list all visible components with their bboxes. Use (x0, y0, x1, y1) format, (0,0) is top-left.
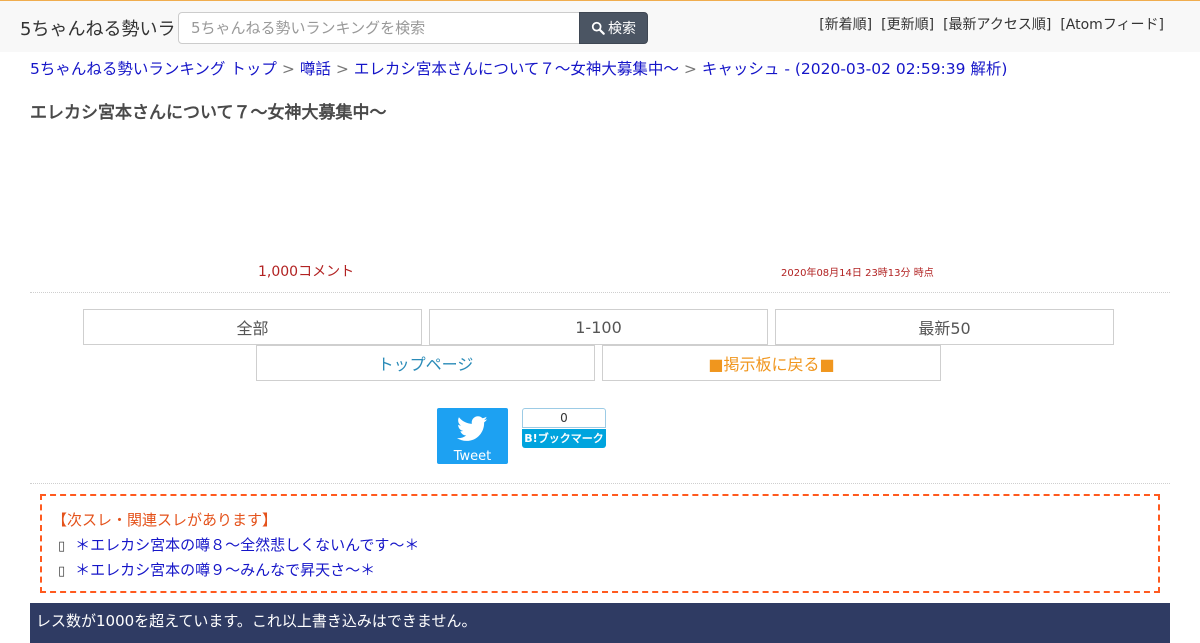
divider (30, 483, 1170, 484)
hatena-bookmark-count: 0 (522, 408, 606, 428)
link-updated-order[interactable]: [更新順] (881, 14, 934, 34)
bullet-icon: ▯ (58, 564, 66, 579)
search-button[interactable]: 検索 (579, 12, 648, 44)
bullet-icon: ▯ (58, 539, 66, 554)
related-thread-title: ＊エレカシ宮本の噂９～みんなで昇天さ～＊ (75, 561, 376, 579)
view-1-100-button[interactable]: 1-100 (429, 309, 768, 345)
related-thread-link[interactable]: ▯ ＊エレカシ宮本の噂９～みんなで昇天さ～＊ (58, 559, 375, 580)
breadcrumb: 5ちゃんねる勢いランキング トップ > 噂話 > エレカシ宮本さんについて７～女神大募集… (30, 57, 1007, 79)
link-latest-access-order[interactable]: [最新アクセス順] (943, 14, 1051, 34)
view-latest-50-button[interactable]: 最新50 (775, 309, 1114, 345)
related-thread-link[interactable]: ▯ ＊エレカシ宮本の噂８～全然悲しくないんです～＊ (58, 534, 419, 555)
related-threads-heading: 【次スレ・関連スレがあります】 (52, 511, 278, 529)
breadcrumb-cache[interactable]: キャッシュ - (2020-03-02 02:59:39 解析) (702, 60, 1008, 78)
thread-date: 2020年08月14日 23時13分 時点 (781, 268, 934, 279)
link-atom-feed[interactable]: [Atomフィード] (1060, 14, 1164, 34)
search-icon (591, 21, 605, 35)
search-button-label: 検索 (608, 21, 636, 37)
top-page-button[interactable]: トップページ (256, 345, 595, 381)
top-navbar: 5ちゃんねる勢いランキング 検索 [新着順] [更新順] [最新アクセス順] [… (0, 0, 1200, 52)
related-threads-box: 【次スレ・関連スレがあります】 ▯ ＊エレカシ宮本の噂８～全然悲しくないんです～＊… (40, 494, 1160, 593)
site-brand[interactable]: 5ちゃんねる勢いランキング (20, 15, 180, 41)
comment-count: 1,000コメント (258, 264, 355, 280)
breadcrumb-category[interactable]: 噂話 (300, 60, 331, 78)
breadcrumb-separator: > (281, 60, 295, 78)
breadcrumb-home[interactable]: 5ちゃんねる勢いランキング トップ (30, 60, 277, 78)
breadcrumb-thread[interactable]: エレカシ宮本さんについて７～女神大募集中～ (354, 60, 679, 78)
back-to-board-button[interactable]: ■掲示板に戻る■ (602, 345, 941, 381)
breadcrumb-separator: > (683, 60, 697, 78)
search-input[interactable] (178, 12, 580, 44)
twitter-bird-icon (457, 416, 488, 441)
tweet-label: Tweet (453, 449, 492, 464)
page-title: エレカシ宮本さんについて７～女神大募集中～ (30, 103, 387, 123)
view-all-button[interactable]: 全部 (83, 309, 422, 345)
link-new-order[interactable]: [新着順] (819, 14, 872, 34)
related-thread-title: ＊エレカシ宮本の噂８～全然悲しくないんです～＊ (75, 536, 420, 554)
divider (30, 292, 1170, 293)
sort-links: [新着順] [更新順] [最新アクセス順] [Atomフィード] (819, 14, 1164, 34)
breadcrumb-separator: > (335, 60, 349, 78)
hatena-bookmark-button[interactable]: B!ブックマーク (522, 429, 606, 448)
post-limit-notice: レス数が1000を超えています。これ以上書き込みはできません。 (30, 603, 1170, 643)
tweet-button[interactable]: Tweet (437, 408, 508, 464)
